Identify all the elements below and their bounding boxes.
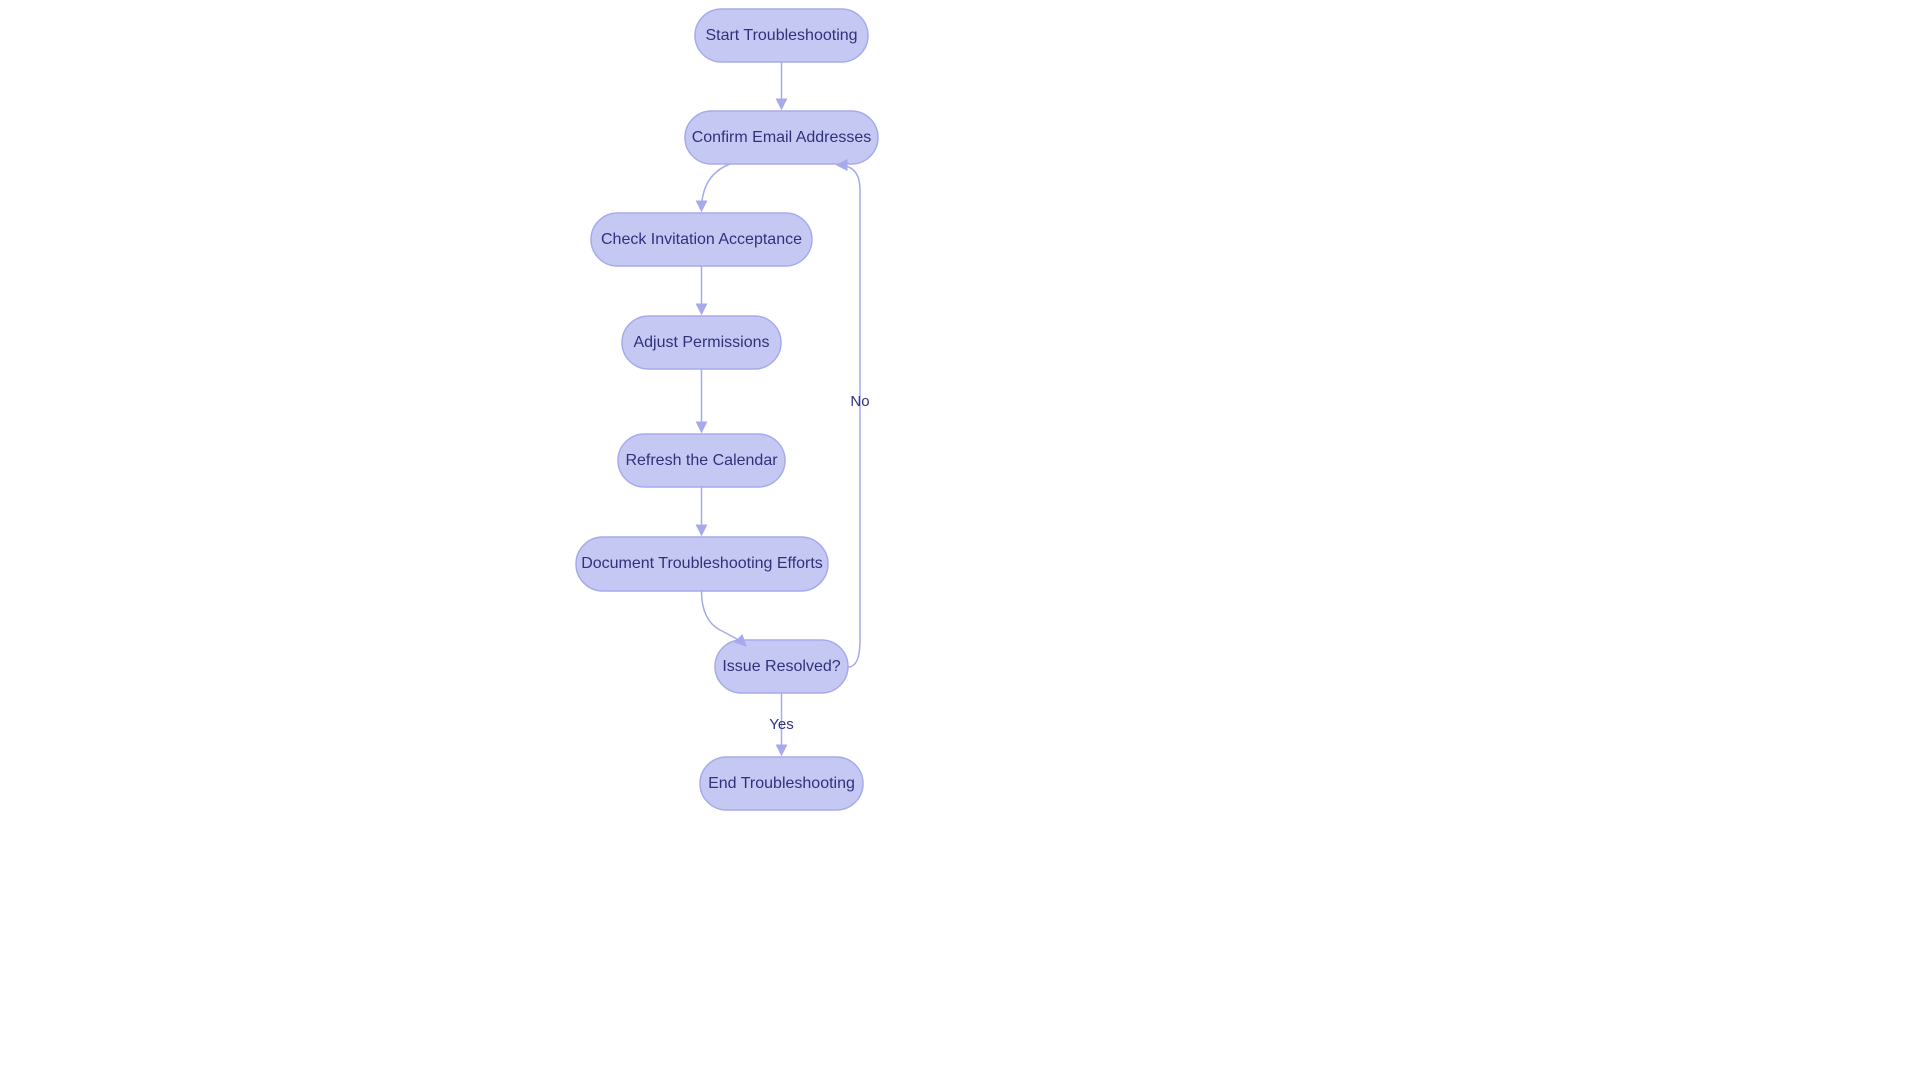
node-start-label: Start Troubleshooting: [705, 27, 857, 44]
node-adjust-label: Adjust Permissions: [633, 334, 769, 351]
node-check: Check Invitation Acceptance: [591, 213, 812, 266]
edge-yes-label: Yes: [769, 716, 793, 733]
edge-issue-confirm: [838, 165, 860, 667]
node-confirm: Confirm Email Addresses: [685, 111, 878, 164]
node-document: Document Troubleshooting Efforts: [576, 537, 828, 591]
node-issue: Issue Resolved?: [715, 640, 848, 693]
node-start: Start Troubleshooting: [695, 9, 868, 62]
node-document-label: Document Troubleshooting Efforts: [581, 555, 823, 572]
node-end-label: End Troubleshooting: [708, 775, 855, 792]
node-end: End Troubleshooting: [700, 757, 863, 810]
node-adjust: Adjust Permissions: [622, 316, 781, 369]
edge-no-label: No: [850, 393, 869, 410]
flowchart-canvas: Start Troubleshooting Confirm Email Addr…: [0, 0, 1920, 1080]
node-check-label: Check Invitation Acceptance: [601, 231, 802, 248]
node-confirm-label: Confirm Email Addresses: [692, 129, 872, 146]
edge-confirm-check: [702, 164, 731, 210]
node-issue-label: Issue Resolved?: [722, 658, 840, 675]
node-refresh: Refresh the Calendar: [618, 434, 785, 487]
edge-document-issue: [702, 591, 746, 645]
node-refresh-label: Refresh the Calendar: [625, 452, 778, 469]
